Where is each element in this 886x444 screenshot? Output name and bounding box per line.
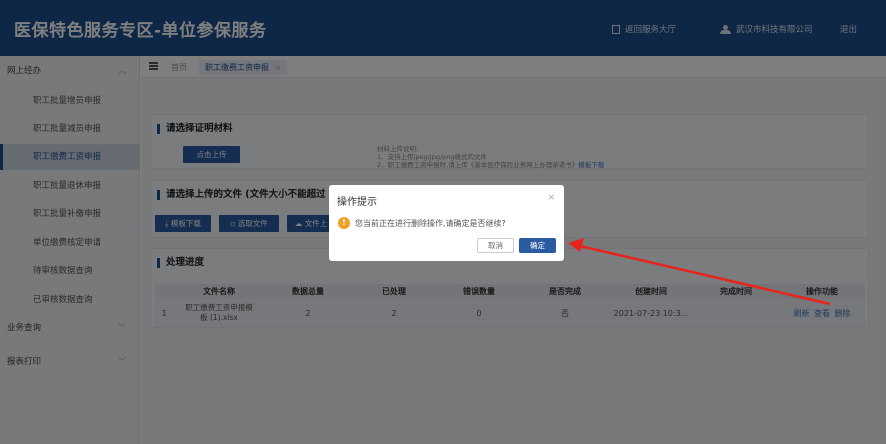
cancel-button[interactable]: 取消 — [477, 238, 514, 253]
close-icon[interactable]: × — [547, 193, 555, 203]
confirm-button[interactable]: 确定 — [519, 238, 556, 253]
warning-icon: ! — [338, 217, 350, 229]
dialog-title: 操作提示 — [337, 197, 377, 208]
confirm-dialog: 操作提示 × ! 您当前正在进行删除操作,请确定是否继续? 取消 确定 — [329, 185, 564, 261]
dialog-message: 您当前正在进行删除操作,请确定是否继续? — [355, 219, 506, 228]
